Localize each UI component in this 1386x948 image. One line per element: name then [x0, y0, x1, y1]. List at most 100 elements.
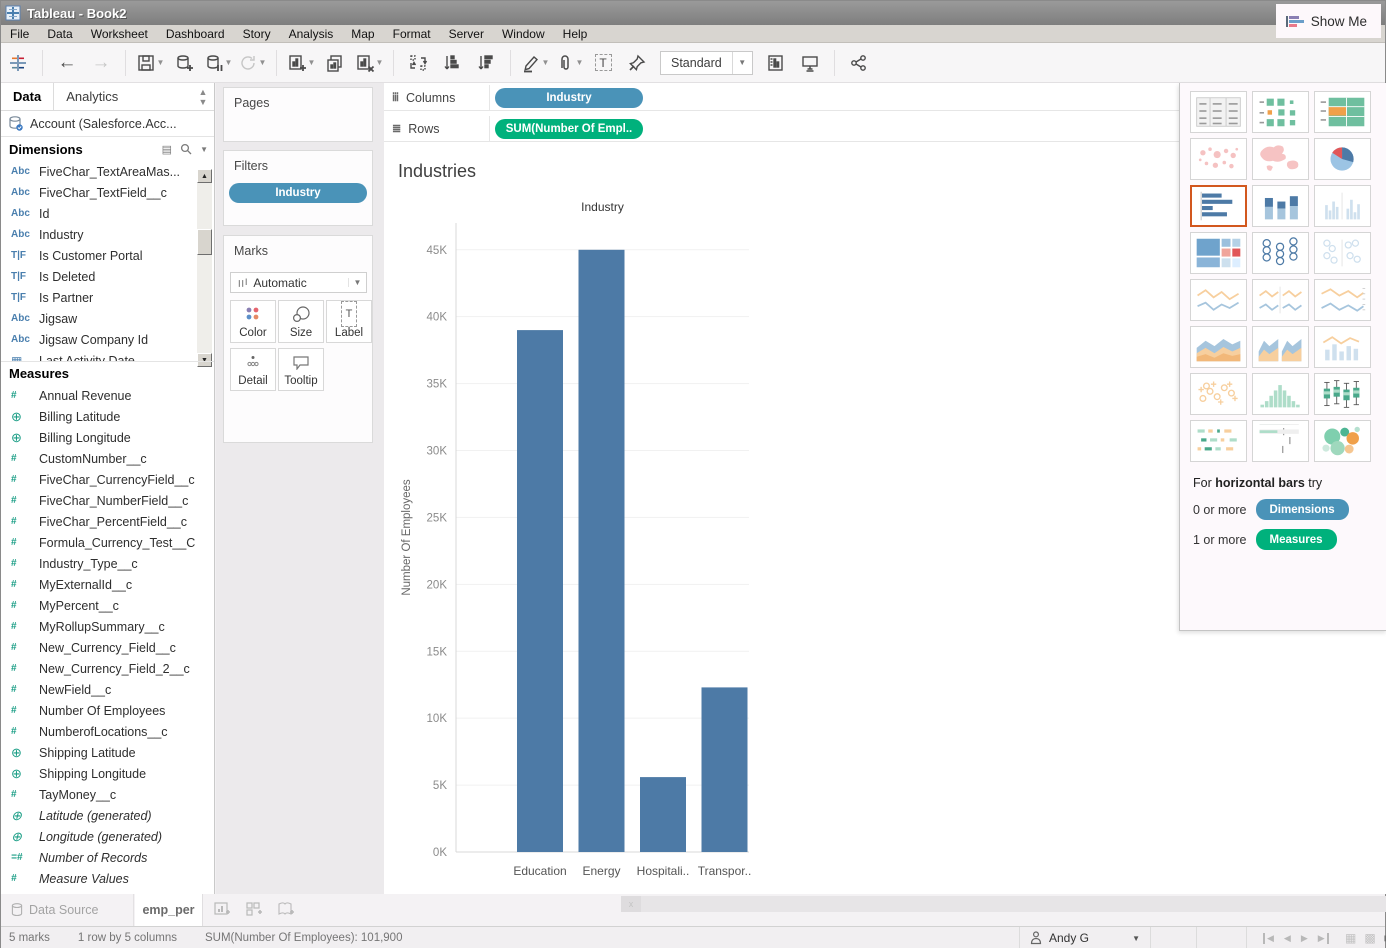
showme-gantt[interactable]: [1190, 420, 1247, 462]
highlight-icon[interactable]: ▼: [520, 48, 550, 78]
bar-1[interactable]: [579, 250, 625, 852]
new-dashboard-button[interactable]: [241, 897, 267, 923]
showme-dual-lines[interactable]: [1314, 279, 1371, 321]
clear-sheet-icon[interactable]: ▼: [354, 48, 384, 78]
field-industry[interactable]: AbcIndustry: [1, 224, 197, 245]
showme-bullet-graph[interactable]: [1252, 420, 1309, 462]
datasource-item[interactable]: Account (Salesforce.Acc...: [1, 111, 214, 137]
bar-2[interactable]: [640, 777, 686, 852]
view-list-icon[interactable]: ▤: [162, 143, 172, 156]
menu-worksheet[interactable]: Worksheet: [82, 26, 157, 42]
tab-scroll-box[interactable]: x: [621, 896, 641, 912]
label-button[interactable]: T Label: [326, 300, 372, 343]
field-fivechar-percentfield-c[interactable]: #FiveChar_PercentField__c: [1, 511, 214, 532]
mark-type-dropdown[interactable]: ꞁꞁǀ Automatic ▼: [230, 272, 367, 293]
sort-descending-icon[interactable]: [471, 48, 501, 78]
pause-updates-icon[interactable]: ▼: [203, 48, 233, 78]
menu-map[interactable]: Map: [342, 26, 383, 42]
columns-shelf[interactable]: ⅲ Columns Industry: [384, 85, 1179, 111]
menu-help[interactable]: Help: [554, 26, 597, 42]
scroll-thumb[interactable]: [197, 229, 212, 255]
showme-text-table[interactable]: [1190, 91, 1247, 133]
filter-pill-industry[interactable]: Industry: [229, 183, 367, 203]
showme-symbol-map[interactable]: [1190, 138, 1247, 180]
menu-window[interactable]: Window: [493, 26, 554, 42]
columns-pill-industry[interactable]: Industry: [495, 88, 643, 108]
detail-button[interactable]: Detail: [230, 348, 276, 391]
field-myrollupsummary-c[interactable]: #MyRollupSummary__c: [1, 616, 214, 637]
first-button[interactable]: ◀: [1263, 933, 1274, 944]
showme-horizontal-bars[interactable]: [1190, 185, 1247, 227]
field-customnumber-c[interactable]: #CustomNumber__c: [1, 448, 214, 469]
showme-discrete-lines[interactable]: [1252, 279, 1309, 321]
showme-packed-bubbles[interactable]: [1314, 420, 1371, 462]
fix-axes-icon[interactable]: [622, 48, 652, 78]
show-sheets-icon[interactable]: ▦: [1345, 931, 1356, 945]
swap-rows-columns-icon[interactable]: [403, 48, 433, 78]
presentation-mode-icon[interactable]: [795, 48, 825, 78]
field-fivechar-numberfield-c[interactable]: #FiveChar_NumberField__c: [1, 490, 214, 511]
showme-heatmap[interactable]: [1252, 91, 1309, 133]
rows-pill-sum-employees[interactable]: SUM(Number Of Empl..: [495, 119, 643, 139]
field-myexternalid-c[interactable]: #MyExternalId__c: [1, 574, 214, 595]
field-billing-latitude[interactable]: ⊕Billing Latitude: [1, 406, 214, 427]
showme-circle-views[interactable]: [1252, 232, 1309, 274]
showme-continuous-area[interactable]: [1190, 326, 1247, 368]
tab-data[interactable]: Data: [1, 83, 53, 110]
member-grouping-icon[interactable]: ▼: [554, 48, 584, 78]
field-id[interactable]: AbcId: [1, 203, 197, 224]
field-annual-revenue[interactable]: #Annual Revenue: [1, 385, 214, 406]
field-taymoney-c[interactable]: #TayMoney__c: [1, 784, 214, 805]
dimensions-scrollbar[interactable]: ▲ ▼: [197, 169, 212, 367]
new-worksheet-button[interactable]: [209, 897, 235, 923]
menu-server[interactable]: Server: [440, 26, 493, 42]
showme-scatter-plot[interactable]: [1190, 373, 1247, 415]
showme-histogram[interactable]: [1252, 373, 1309, 415]
field-longitude-generated[interactable]: ⊕Longitude (generated): [1, 826, 214, 847]
save-icon[interactable]: ▼: [135, 48, 165, 78]
color-button[interactable]: Color: [230, 300, 276, 343]
field-mypercent-c[interactable]: #MyPercent__c: [1, 595, 214, 616]
next-button[interactable]: ▶: [1301, 933, 1308, 944]
showme-stacked-bars[interactable]: [1252, 185, 1309, 227]
field-formula-currency-test-c[interactable]: #Formula_Currency_Test__C: [1, 532, 214, 553]
showme-side-by-side-bars[interactable]: [1314, 185, 1371, 227]
showme-box-and-whisker[interactable]: [1314, 373, 1371, 415]
rows-shelf[interactable]: ≣ Rows SUM(Number Of Empl..: [384, 116, 1179, 142]
field-shipping-latitude[interactable]: ⊕Shipping Latitude: [1, 742, 214, 763]
menu-file[interactable]: File: [1, 26, 38, 42]
tableau-logo-icon[interactable]: [3, 48, 33, 78]
menu-format[interactable]: Format: [384, 26, 440, 42]
field-jigsaw-company-id[interactable]: AbcJigsaw Company Id: [1, 329, 197, 350]
showme-filled-map[interactable]: [1252, 138, 1309, 180]
pane-menu-caret-icon[interactable]: ▼: [200, 145, 208, 154]
field-fivechar-textfield-c[interactable]: AbcFiveChar_TextField__c: [1, 182, 197, 203]
field-fivechar-textareamas[interactable]: AbcFiveChar_TextAreaMas...: [1, 161, 197, 182]
field-is-deleted[interactable]: T|FIs Deleted: [1, 266, 197, 287]
field-is-partner[interactable]: T|FIs Partner: [1, 287, 197, 308]
sort-ascending-icon[interactable]: [437, 48, 467, 78]
showme-discrete-area[interactable]: [1252, 326, 1309, 368]
user-dropdown[interactable]: Andy G ▼: [1019, 927, 1151, 948]
scroll-up-icon[interactable]: ▲: [197, 169, 212, 183]
field-measure-values[interactable]: #Measure Values: [1, 868, 214, 888]
field-fivechar-currencyfield-c[interactable]: #FiveChar_CurrencyField__c: [1, 469, 214, 490]
view-mode-dropdown[interactable]: Standard▼: [660, 51, 753, 75]
showme-dual-combination[interactable]: [1314, 326, 1371, 368]
field-new-currency-field-2-c[interactable]: #New_Currency_Field_2__c: [1, 658, 214, 679]
field-numberoflocations-c[interactable]: #NumberofLocations__c: [1, 721, 214, 742]
duplicate-sheet-icon[interactable]: [320, 48, 350, 78]
new-worksheet-icon[interactable]: ▼: [286, 48, 316, 78]
bar-0[interactable]: [517, 330, 563, 852]
field-number-of-employees[interactable]: #Number Of Employees: [1, 700, 214, 721]
showme-side-by-side-circles[interactable]: [1314, 232, 1371, 274]
showme-highlight-table[interactable]: [1314, 91, 1371, 133]
undo-icon[interactable]: ←: [52, 48, 82, 78]
new-datasource-icon[interactable]: [169, 48, 199, 78]
field-number-of-records[interactable]: =#Number of Records: [1, 847, 214, 868]
field-new-currency-field-c[interactable]: #New_Currency_Field__c: [1, 637, 214, 658]
showme-continuous-lines[interactable]: [1190, 279, 1247, 321]
filmstrip-icon[interactable]: ▩: [1364, 931, 1375, 945]
size-button[interactable]: Size: [278, 300, 324, 343]
field-latitude-generated[interactable]: ⊕Latitude (generated): [1, 805, 214, 826]
